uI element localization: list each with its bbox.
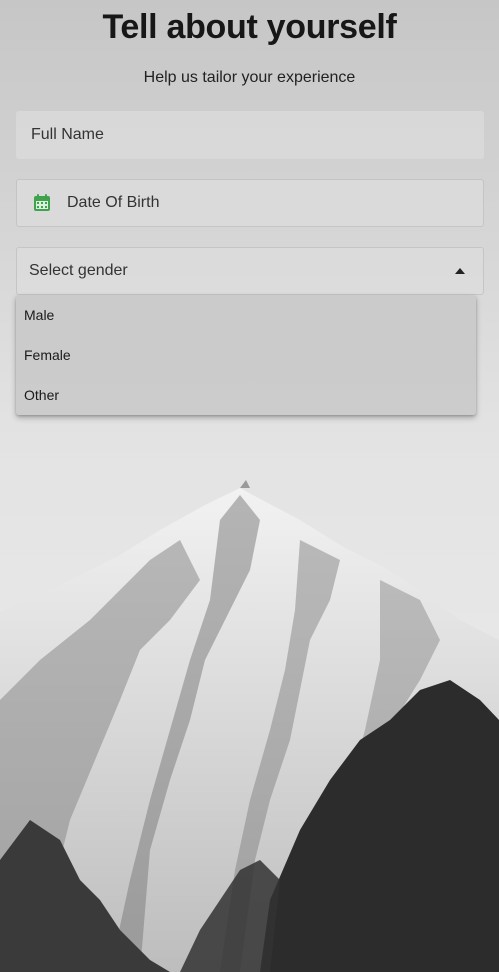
date-of-birth-input[interactable]: Date Of Birth — [16, 179, 484, 227]
date-of-birth-placeholder: Date Of Birth — [67, 194, 160, 211]
full-name-placeholder: Full Name — [31, 126, 104, 143]
gender-option-female[interactable]: Female — [16, 335, 476, 375]
calendar-icon — [34, 194, 50, 211]
page-subtitle: Help us tailor your experience — [143, 69, 356, 86]
gender-placeholder: Select gender — [29, 262, 128, 279]
page-title: Tell about yourself — [102, 8, 397, 46]
gender-option-male[interactable]: Male — [16, 295, 476, 335]
caret-up-icon[interactable] — [455, 268, 465, 274]
gender-select[interactable]: Select gender — [16, 247, 484, 295]
gender-option-other[interactable]: Other — [16, 375, 476, 415]
full-name-input[interactable]: Full Name — [16, 111, 484, 159]
gender-dropdown-menu: Male Female Other — [16, 295, 476, 415]
